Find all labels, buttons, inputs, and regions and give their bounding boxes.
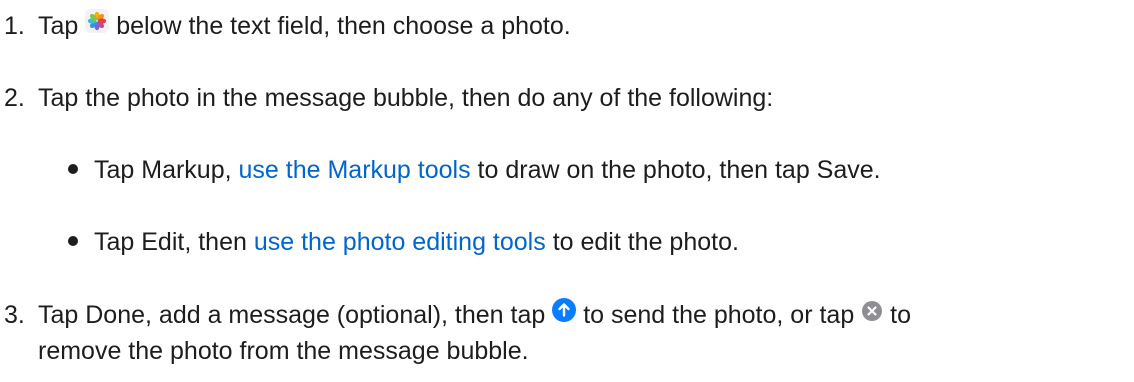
step-text: below the text field, then choose a phot… xyxy=(116,12,571,40)
photo-editing-tools-link[interactable]: use the photo editing tools xyxy=(254,228,546,256)
step-text: Tap xyxy=(38,12,79,40)
bullet-text: to draw on the photo, then tap Save. xyxy=(477,156,881,184)
step-number: 3. xyxy=(4,301,25,329)
step-3: 3. Tap Done, add a message (optional), th… xyxy=(4,297,911,334)
remove-x-icon xyxy=(861,296,883,332)
step-3-continuation: remove the photo from the message bubble… xyxy=(38,333,529,369)
step-text: to xyxy=(890,301,911,329)
step-text: remove the photo from the message bubble… xyxy=(38,337,529,365)
step-text: Tap Done, add a message (optional), then… xyxy=(38,301,546,329)
bullet-text: Tap Markup, xyxy=(94,156,232,184)
photos-app-icon xyxy=(85,7,110,43)
step-number: 1. xyxy=(4,12,25,40)
step-text: to send the photo, or tap xyxy=(583,301,855,329)
bullet-text: Tap Edit, then xyxy=(94,228,247,256)
markup-tools-link[interactable]: use the Markup tools xyxy=(239,156,471,184)
step-1: 1. Tap below the text field, then choose … xyxy=(4,8,571,45)
bullet-dot xyxy=(68,164,78,175)
step-text: Tap the photo in the message bubble, the… xyxy=(38,84,774,112)
step-2: 2. Tap the photo in the message bubble, t… xyxy=(4,80,773,116)
bullet-item-markup: Tap Markup, use the Markup tools to draw… xyxy=(68,152,881,188)
bullet-dot xyxy=(68,236,78,247)
send-arrow-icon xyxy=(552,296,577,332)
step-number: 2. xyxy=(4,84,25,112)
bullet-item-edit: Tap Edit, then use the photo editing too… xyxy=(68,224,739,260)
bullet-text: to edit the photo. xyxy=(552,228,739,256)
